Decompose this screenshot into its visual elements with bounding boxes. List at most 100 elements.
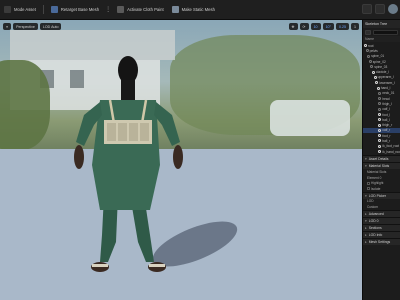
settings-icon[interactable] xyxy=(362,4,372,14)
character-body xyxy=(74,56,183,272)
bone-label: pelvis xyxy=(369,48,378,53)
sections-section[interactable]: ▸ Sections xyxy=(363,223,400,231)
cloth-paint-icon xyxy=(117,6,125,13)
bone-label: ik_foot_root xyxy=(382,144,400,149)
mode-asset-label: Mode Asset xyxy=(14,7,36,12)
side-panel: Skeleton Tree Name root pelvis spine_01 spi… xyxy=(362,20,400,300)
lod0-section[interactable]: ▾ LOD 0 xyxy=(363,216,400,224)
chevron-down-icon: ▾ xyxy=(365,164,367,169)
translate-tool-icon[interactable]: ✥ xyxy=(288,23,298,30)
chevron-down-icon: ▾ xyxy=(365,218,367,223)
toolbar-divider xyxy=(42,5,44,14)
bone-label: head xyxy=(382,96,390,101)
bone-label: foot_r xyxy=(382,133,391,138)
activate-cloth-paint-button[interactable]: Activate Cloth Paint xyxy=(113,3,168,17)
scale-snap-value[interactable]: 0.25 xyxy=(336,23,349,30)
bone-icon xyxy=(378,102,382,106)
chevron-down-icon: ▾ xyxy=(365,193,367,198)
bone-label: spine_03 xyxy=(374,64,388,69)
rotate-tool-icon[interactable]: ⟳ xyxy=(299,23,309,30)
retarget-icon xyxy=(50,6,58,13)
add-icon[interactable] xyxy=(365,29,371,35)
collapse-arrow-icon: ▾ xyxy=(365,157,367,162)
mesh-settings-section[interactable]: ▸ Mesh Settings xyxy=(363,237,400,245)
bone-label: upperarm_l xyxy=(377,75,394,80)
bone-icon xyxy=(375,81,379,85)
skeleton-tree-tab[interactable]: Skeleton Tree xyxy=(363,20,400,28)
static-mesh-icon xyxy=(171,6,179,13)
toolbar-right-group xyxy=(362,4,398,14)
bone-icon xyxy=(378,113,382,116)
bone-label: root xyxy=(368,43,374,48)
checkbox-icon xyxy=(367,181,370,185)
angle-snap-value[interactable]: 10° xyxy=(322,23,334,30)
viewport-options-button[interactable]: ≡ xyxy=(3,23,12,30)
bone-tree-row[interactable]: ik_hand_root xyxy=(363,149,400,154)
chevron-right-icon: ▸ xyxy=(365,225,367,230)
main-toolbar: Mode Asset Retarget Base Mesh ⋮ Activate… xyxy=(0,0,400,20)
bone-icon xyxy=(376,86,380,90)
make-static-label: Make Static Mesh xyxy=(181,7,215,12)
save-icon xyxy=(4,6,11,13)
viewport-right-controls: ✥ ⟳ 10 10° 0.25 1 xyxy=(288,23,359,30)
bone-label: clavicle_l xyxy=(376,70,389,75)
source-control-icon[interactable] xyxy=(375,4,385,14)
grid-snap-value[interactable]: 10 xyxy=(310,23,321,30)
viewport[interactable]: ≡ Perspective LOD Auto ✥ ⟳ 10 10° 0.25 1 xyxy=(0,20,362,300)
mode-asset-menu[interactable]: Mode Asset xyxy=(0,3,40,17)
bone-label: ball_r xyxy=(382,138,391,143)
advanced-section[interactable]: ▸ Advanced xyxy=(363,209,400,217)
chevron-right-icon: ▸ xyxy=(365,239,367,244)
bone-icon xyxy=(378,123,382,127)
bone-label: spine_02 xyxy=(372,59,386,64)
bone-label: hand_l xyxy=(380,86,391,91)
bone-icon xyxy=(378,91,382,95)
bone-label: calf_r xyxy=(382,128,391,133)
bone-label: foot_l xyxy=(382,112,391,117)
retarget-base-mesh-button[interactable]: Retarget Base Mesh xyxy=(47,3,103,17)
bone-icon xyxy=(372,70,375,74)
bone-label: neck_01 xyxy=(382,91,395,96)
character-mesh[interactable] xyxy=(0,20,362,300)
bone-icon xyxy=(364,44,367,48)
lod-info-section[interactable]: ▸ LOD Info xyxy=(363,230,400,238)
perspective-button[interactable]: Perspective xyxy=(13,23,38,30)
overflow-icon[interactable]: ⋮ xyxy=(103,6,113,13)
bone-label: ball_l xyxy=(382,117,390,122)
bone-icon xyxy=(370,65,374,69)
bone-icon xyxy=(373,75,377,79)
bone-icon xyxy=(365,49,369,53)
skeleton-tree-title: Skeleton Tree xyxy=(365,22,388,26)
asset-details-header[interactable]: ▾ Asset Details xyxy=(363,155,400,163)
material-slots-section[interactable]: ▾ Material Slots xyxy=(363,162,400,170)
bone-icon xyxy=(368,60,372,64)
bone-icon xyxy=(378,134,382,138)
bone-tree: root pelvis spine_01 spine_02 spine_03 clavic… xyxy=(363,42,400,155)
skeleton-tree-toolbar xyxy=(363,28,400,36)
retarget-label: Retarget Base Mesh xyxy=(60,7,100,12)
chevron-right-icon: ▸ xyxy=(365,232,367,237)
bone-label: calf_l xyxy=(382,107,390,112)
avatar[interactable] xyxy=(388,4,398,14)
bone-label: spine_01 xyxy=(371,54,385,59)
bone-icon xyxy=(378,139,382,143)
bone-icon xyxy=(378,144,382,148)
search-input[interactable] xyxy=(373,29,398,35)
bone-icon xyxy=(378,118,382,122)
bone-icon xyxy=(378,128,382,132)
checkbox-icon xyxy=(367,187,370,191)
lod-auto-button[interactable]: LOD Auto xyxy=(39,23,62,30)
viewport-left-controls: ≡ Perspective LOD Auto xyxy=(3,23,62,30)
bone-label: thigh_r xyxy=(382,123,393,128)
bone-icon xyxy=(378,107,382,111)
bone-label: thigh_l xyxy=(382,101,392,106)
make-static-mesh-button[interactable]: Make Static Mesh xyxy=(168,3,219,17)
camera-speed-value[interactable]: 1 xyxy=(351,23,359,30)
lod-picker-section[interactable]: ▾ LOD Picker xyxy=(363,191,400,199)
bone-icon xyxy=(378,150,382,154)
bone-icon xyxy=(367,54,371,58)
activate-cloth-label: Activate Cloth Paint xyxy=(127,7,164,12)
bone-label: lowerarm_l xyxy=(379,80,395,85)
chevron-right-icon: ▸ xyxy=(365,211,367,216)
bone-label: ik_hand_root xyxy=(382,149,400,154)
